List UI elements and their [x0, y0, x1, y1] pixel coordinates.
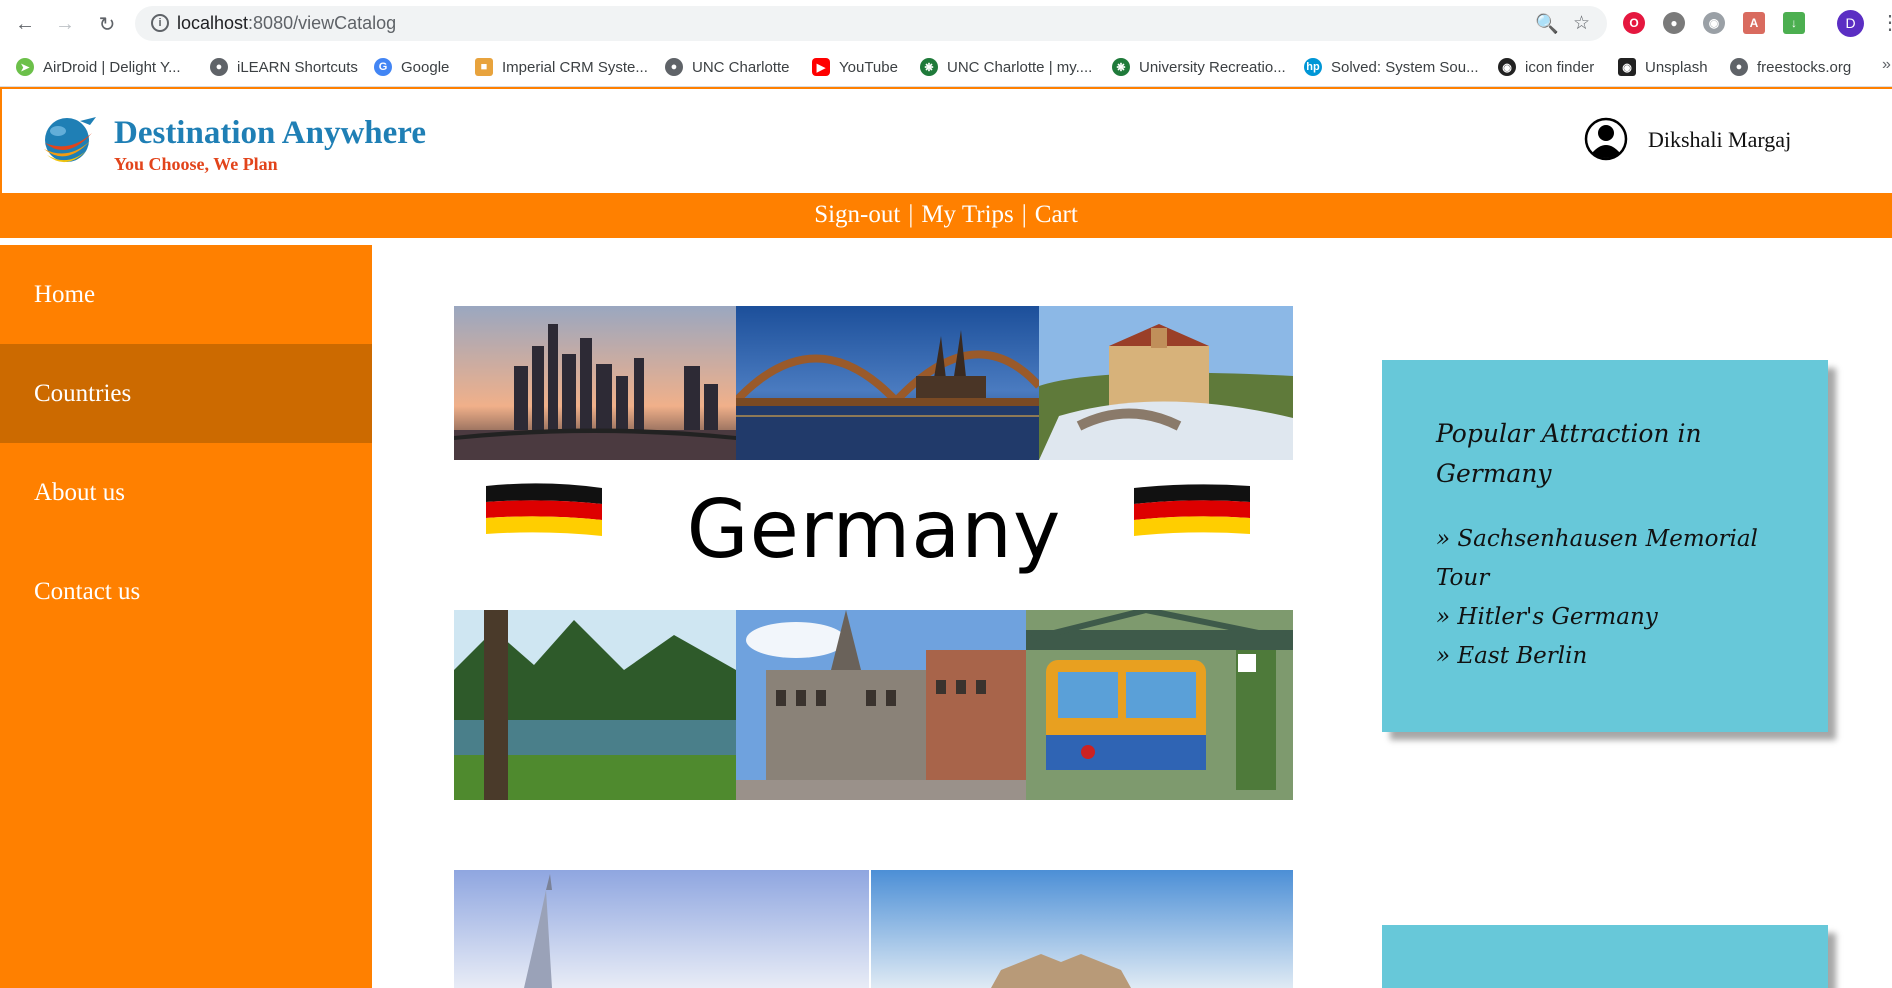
cart-link[interactable]: Cart: [1035, 201, 1078, 228]
bookmark-airdroid[interactable]: ➤ AirDroid | Delight Y...: [16, 56, 181, 78]
star-bookmark-icon[interactable]: ☆: [1573, 12, 1590, 35]
bookmark-icon-finder[interactable]: ◉ icon finder: [1498, 56, 1594, 78]
profile-avatar[interactable]: D: [1837, 10, 1864, 37]
popular-attractions-note: Popular Attraction in Germany Sachsenhau…: [1382, 360, 1828, 732]
address-bar[interactable]: i localhost:8080/viewCatalog 🔍 ☆: [135, 6, 1607, 41]
unc-icon: ❋: [920, 58, 938, 76]
globe-plane-logo-icon: [44, 117, 96, 163]
bookmark-unc-my[interactable]: ❋ UNC Charlotte | my....: [920, 56, 1092, 78]
airdroid-icon: ➤: [16, 58, 34, 76]
globe-icon: ●: [1730, 58, 1748, 76]
popular-attractions-note: [1382, 925, 1828, 988]
burj-al-arab-photo: [454, 870, 869, 988]
wuppertal-suspension-railway-photo: [1026, 610, 1293, 800]
bookmark-unc-charlotte[interactable]: ● UNC Charlotte: [665, 56, 790, 78]
iconfinder-icon: ◉: [1498, 58, 1516, 76]
attractions-list: Sachsenhausen Memorial Tour Hitler's Ger…: [1436, 520, 1796, 676]
top-nav-bar: Sign-out | My Trips | Cart: [0, 193, 1892, 238]
sidebar-item-home[interactable]: Home: [0, 245, 372, 344]
bookmark-ilearn[interactable]: ● iLEARN Shortcuts: [210, 56, 358, 78]
atlantis-palm-photo: [871, 870, 1293, 988]
sidebar-item-contact-us[interactable]: Contact us: [0, 542, 372, 641]
crm-icon: ■: [475, 58, 493, 76]
user-avatar-icon[interactable]: [1584, 117, 1628, 161]
extension-circle-icon[interactable]: ●: [1663, 12, 1685, 34]
brand-tagline: You Choose, We Plan: [114, 154, 278, 174]
camera-icon: ◉: [1618, 58, 1636, 76]
bookmark-imperial-crm[interactable]: ■ Imperial CRM Syste...: [475, 56, 648, 78]
bookmark-freestocks[interactable]: ● freestocks.org: [1730, 56, 1851, 78]
zoom-icon[interactable]: 🔍: [1535, 12, 1559, 36]
country-catalog-image-dubai[interactable]: [454, 870, 1293, 988]
bookmark-solved-system[interactable]: hp Solved: System Sou...: [1304, 56, 1479, 78]
bookmark-google[interactable]: G Google: [374, 56, 449, 78]
bamberg-town-hall-photo: [1039, 306, 1293, 460]
munich-town-hall-photo: [736, 610, 1026, 800]
brand-title[interactable]: Destination Anywhere: [114, 115, 426, 152]
attraction-item: Sachsenhausen Memorial Tour: [1436, 520, 1796, 598]
site-info-icon[interactable]: i: [151, 14, 169, 32]
cologne-bridge-photo: [736, 306, 1039, 460]
bookmark-university-recreation[interactable]: ❋ University Recreatio...: [1112, 56, 1286, 78]
forward-arrow-icon[interactable]: →: [50, 10, 80, 38]
camera-extension-icon[interactable]: ◉: [1703, 12, 1725, 34]
menu-kebab-icon[interactable]: ⋮: [1880, 10, 1892, 35]
more-bookmarks-icon[interactable]: »: [1882, 56, 1891, 74]
url-text[interactable]: localhost:8080/viewCatalog: [177, 13, 396, 34]
bookmarks-bar: ➤ AirDroid | Delight Y... ● iLEARN Shortcu…: [0, 47, 1892, 87]
site-header: Destination Anywhere You Choose, We Plan…: [0, 89, 1892, 193]
google-icon: G: [374, 58, 392, 76]
attractions-title: Popular Attraction in Germany: [1436, 419, 1702, 488]
sidebar-item-countries[interactable]: Countries: [0, 344, 372, 443]
forest-lake-photo: [454, 610, 736, 800]
mytrips-link[interactable]: My Trips: [921, 201, 1013, 228]
sidebar-item-about-us[interactable]: About us: [0, 443, 372, 542]
sidebar: Home Countries About us Contact us: [0, 245, 372, 988]
reload-icon[interactable]: ↻: [92, 10, 122, 38]
country-banner: Germany: [454, 460, 1293, 610]
browser-toolbar: ← → ↻ i localhost:8080/viewCatalog 🔍 ☆ O…: [0, 0, 1892, 47]
youtube-icon: ▶: [812, 58, 830, 76]
attraction-item: East Berlin: [1436, 637, 1796, 676]
nav-separator: |: [1021, 201, 1027, 228]
country-name-heading: Germany: [686, 483, 1062, 576]
germany-flag-icon: [1134, 484, 1250, 536]
hp-icon: hp: [1304, 58, 1322, 76]
user-name: Dikshali Margaj: [1648, 127, 1792, 152]
bookmark-youtube[interactable]: ▶ YouTube: [812, 56, 898, 78]
country-catalog-image-germany[interactable]: Germany: [454, 306, 1293, 800]
pdf-extension-icon[interactable]: A: [1743, 12, 1765, 34]
back-arrow-icon[interactable]: ←: [10, 10, 40, 38]
opera-extension-icon[interactable]: O: [1623, 12, 1645, 34]
attraction-item: Hitler's Germany: [1436, 598, 1796, 637]
globe-icon: ●: [210, 58, 228, 76]
germany-flag-icon: [486, 483, 602, 536]
download-extension-icon[interactable]: ↓: [1783, 12, 1805, 34]
globe-icon: ●: [665, 58, 683, 76]
bookmark-unsplash[interactable]: ◉ Unsplash: [1618, 56, 1708, 78]
unc-icon: ❋: [1112, 58, 1130, 76]
signout-link[interactable]: Sign-out: [814, 201, 900, 228]
nav-separator: |: [908, 201, 914, 228]
frankfurt-skyline-photo: [454, 306, 736, 460]
